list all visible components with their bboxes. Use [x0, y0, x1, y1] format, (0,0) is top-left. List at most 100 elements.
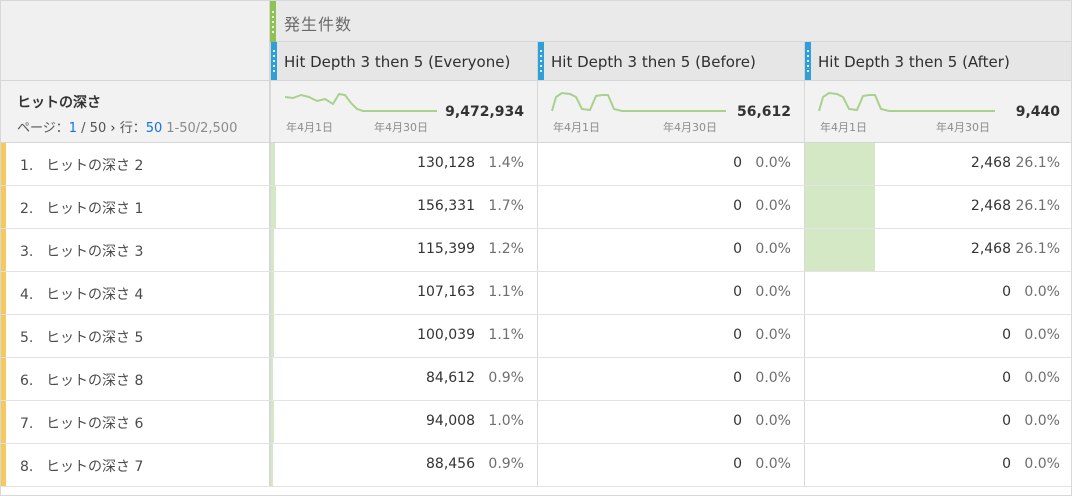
row-index: 7. — [20, 416, 34, 432]
row-accent-bar — [1, 186, 6, 228]
row-dimension-cell[interactable]: 6. ヒットの深さ 8 — [1, 358, 270, 400]
cell-value: 0 — [733, 241, 742, 257]
row-accent-bar — [1, 229, 6, 271]
metric-cell[interactable]: 156,331 1.7% — [270, 186, 537, 228]
metric-cell[interactable]: 130,128 1.4% — [270, 143, 537, 185]
cell-value: 0 — [733, 413, 742, 429]
row-dimension-cell[interactable]: 2. ヒットの深さ 1 — [1, 186, 270, 228]
cell-percent: 0.0% — [755, 198, 791, 214]
cell-percent: 0.0% — [755, 413, 791, 429]
cell-percent: 0.0% — [1024, 370, 1060, 386]
cell-value: 2,468 — [970, 198, 1011, 214]
summary-cell-everyone: 年4月1日 年4月30日 9,472,934 — [270, 81, 537, 143]
metric-cell[interactable]: 107,163 1.1% — [270, 272, 537, 314]
metric-cell[interactable]: 0 0.0% — [804, 358, 1071, 400]
segment-drag-handle-icon[interactable] — [538, 42, 544, 80]
segment-drag-handle-icon[interactable] — [271, 42, 277, 80]
segment-header-after[interactable]: Hit Depth 3 then 5 (After) — [804, 42, 1071, 81]
row-item-name: ヒットの深さ 2 — [46, 158, 144, 174]
row-index: 3. — [20, 244, 34, 260]
table-row[interactable]: 2. ヒットの深さ 1 156,331 1.7% 0 0.0% 2,468 26.1% — [1, 186, 1071, 229]
metric-cell[interactable]: 0 0.0% — [537, 186, 804, 228]
sparkline-end-date: 年4月30日 — [936, 121, 990, 134]
cell-percent: 0.9% — [488, 370, 524, 386]
table-row[interactable]: 8. ヒットの深さ 7 88,456 0.9% 0 0.0% 0 0.0% — [1, 444, 1071, 487]
row-dimension-cell[interactable]: 7. ヒットの深さ 6 — [1, 401, 270, 443]
page-label: ページ： — [17, 121, 69, 136]
row-dimension-cell[interactable]: 1. ヒットの深さ 2 — [1, 143, 270, 185]
summary-cell-after: 年4月1日 年4月30日 9,440 — [804, 81, 1071, 143]
metric-cell[interactable]: 0 0.0% — [804, 315, 1071, 357]
metric-cell[interactable]: 115,399 1.2% — [270, 229, 537, 271]
percent-bar — [271, 272, 274, 314]
row-label: 5. ヒットの深さ 5 — [20, 327, 143, 347]
cell-percent: 0.0% — [755, 241, 791, 257]
next-page-chevron-icon[interactable]: › — [106, 121, 119, 136]
page-current-select[interactable]: 1 — [69, 121, 77, 136]
metric-cell[interactable]: 2,468 26.1% — [804, 186, 1071, 228]
cell-percent: 1.1% — [488, 284, 524, 300]
metric-cell[interactable]: 0 0.0% — [537, 358, 804, 400]
sparkline-start-date: 年4月1日 — [286, 121, 333, 134]
segment-header-before[interactable]: Hit Depth 3 then 5 (Before) — [537, 42, 804, 81]
percent-bar — [805, 229, 875, 271]
cell-value: 0 — [1002, 456, 1011, 472]
sparkline-before — [551, 91, 726, 112]
metric-cell[interactable]: 0 0.0% — [804, 401, 1071, 443]
cell-value: 0 — [733, 198, 742, 214]
metric-cell[interactable]: 94,008 1.0% — [270, 401, 537, 443]
row-accent-bar — [1, 401, 6, 443]
metric-cell[interactable]: 88,456 0.9% — [270, 444, 537, 486]
metric-cell[interactable]: 0 0.0% — [537, 444, 804, 486]
percent-bar — [271, 143, 275, 185]
dimension-title[interactable]: ヒットの深さ — [17, 92, 101, 112]
metric-cell[interactable]: 2,468 26.1% — [804, 229, 1071, 271]
table-row[interactable]: 5. ヒットの深さ 5 100,039 1.1% 0 0.0% 0 0.0% — [1, 315, 1071, 358]
table-row[interactable]: 6. ヒットの深さ 8 84,612 0.9% 0 0.0% 0 0.0% — [1, 358, 1071, 401]
cell-percent: 0.0% — [755, 456, 791, 472]
metric-cell[interactable]: 0 0.0% — [537, 143, 804, 185]
sparkline-end-date: 年4月30日 — [374, 121, 428, 134]
cell-percent: 1.2% — [488, 241, 524, 257]
row-dimension-cell[interactable]: 3. ヒットの深さ 3 — [1, 229, 270, 271]
cell-value: 0 — [733, 284, 742, 300]
segment-label: Hit Depth 3 then 5 (After) — [818, 53, 1010, 71]
cell-percent: 26.1% — [1015, 198, 1060, 214]
cell-value: 0 — [1002, 370, 1011, 386]
row-dimension-cell[interactable]: 4. ヒットの深さ 4 — [1, 272, 270, 314]
segment-drag-handle-icon[interactable] — [805, 42, 811, 80]
metric-cell[interactable]: 0 0.0% — [537, 229, 804, 271]
segment-total: 9,440 — [1015, 104, 1060, 120]
metric-cell[interactable]: 0 0.0% — [537, 315, 804, 357]
metric-drag-handle-icon[interactable] — [270, 1, 276, 42]
cell-percent: 26.1% — [1015, 155, 1060, 171]
row-dimension-cell[interactable]: 8. ヒットの深さ 7 — [1, 444, 270, 486]
table-row[interactable]: 3. ヒットの深さ 3 115,399 1.2% 0 0.0% 2,468 26.1% — [1, 229, 1071, 272]
rows-per-page-select[interactable]: 50 — [146, 121, 163, 136]
segment-header-everyone[interactable]: Hit Depth 3 then 5 (Everyone) — [270, 42, 537, 81]
row-dimension-cell[interactable]: 5. ヒットの深さ 5 — [1, 315, 270, 357]
metric-header[interactable]: 発生件数 — [270, 1, 1071, 42]
metric-cell[interactable]: 100,039 1.1% — [270, 315, 537, 357]
cell-percent: 1.4% — [488, 155, 524, 171]
row-item-name: ヒットの深さ 8 — [46, 373, 144, 389]
cell-value: 0 — [733, 456, 742, 472]
metric-cell[interactable]: 84,612 0.9% — [270, 358, 537, 400]
table-row[interactable]: 7. ヒットの深さ 6 94,008 1.0% 0 0.0% 0 0.0% — [1, 401, 1071, 444]
row-accent-bar — [1, 143, 6, 185]
metric-cell[interactable]: 0 0.0% — [537, 401, 804, 443]
cell-value: 0 — [1002, 284, 1011, 300]
row-label: 1. ヒットの深さ 2 — [20, 155, 143, 175]
cell-value: 2,468 — [970, 155, 1011, 171]
table-row[interactable]: 1. ヒットの深さ 2 130,128 1.4% 0 0.0% 2,468 26.1% — [1, 143, 1071, 186]
cell-value: 0 — [733, 155, 742, 171]
metric-cell[interactable]: 0 0.0% — [804, 444, 1071, 486]
table-row[interactable]: 4. ヒットの深さ 4 107,163 1.1% 0 0.0% 0 0.0% — [1, 272, 1071, 315]
row-index: 8. — [20, 459, 34, 475]
metric-cell[interactable]: 0 0.0% — [537, 272, 804, 314]
segment-label: Hit Depth 3 then 5 (Everyone) — [284, 53, 511, 71]
metric-cell[interactable]: 0 0.0% — [804, 272, 1071, 314]
metric-cell[interactable]: 2,468 26.1% — [804, 143, 1071, 185]
summary-cell-before: 年4月1日 年4月30日 56,612 — [537, 81, 804, 143]
percent-bar — [271, 444, 273, 486]
